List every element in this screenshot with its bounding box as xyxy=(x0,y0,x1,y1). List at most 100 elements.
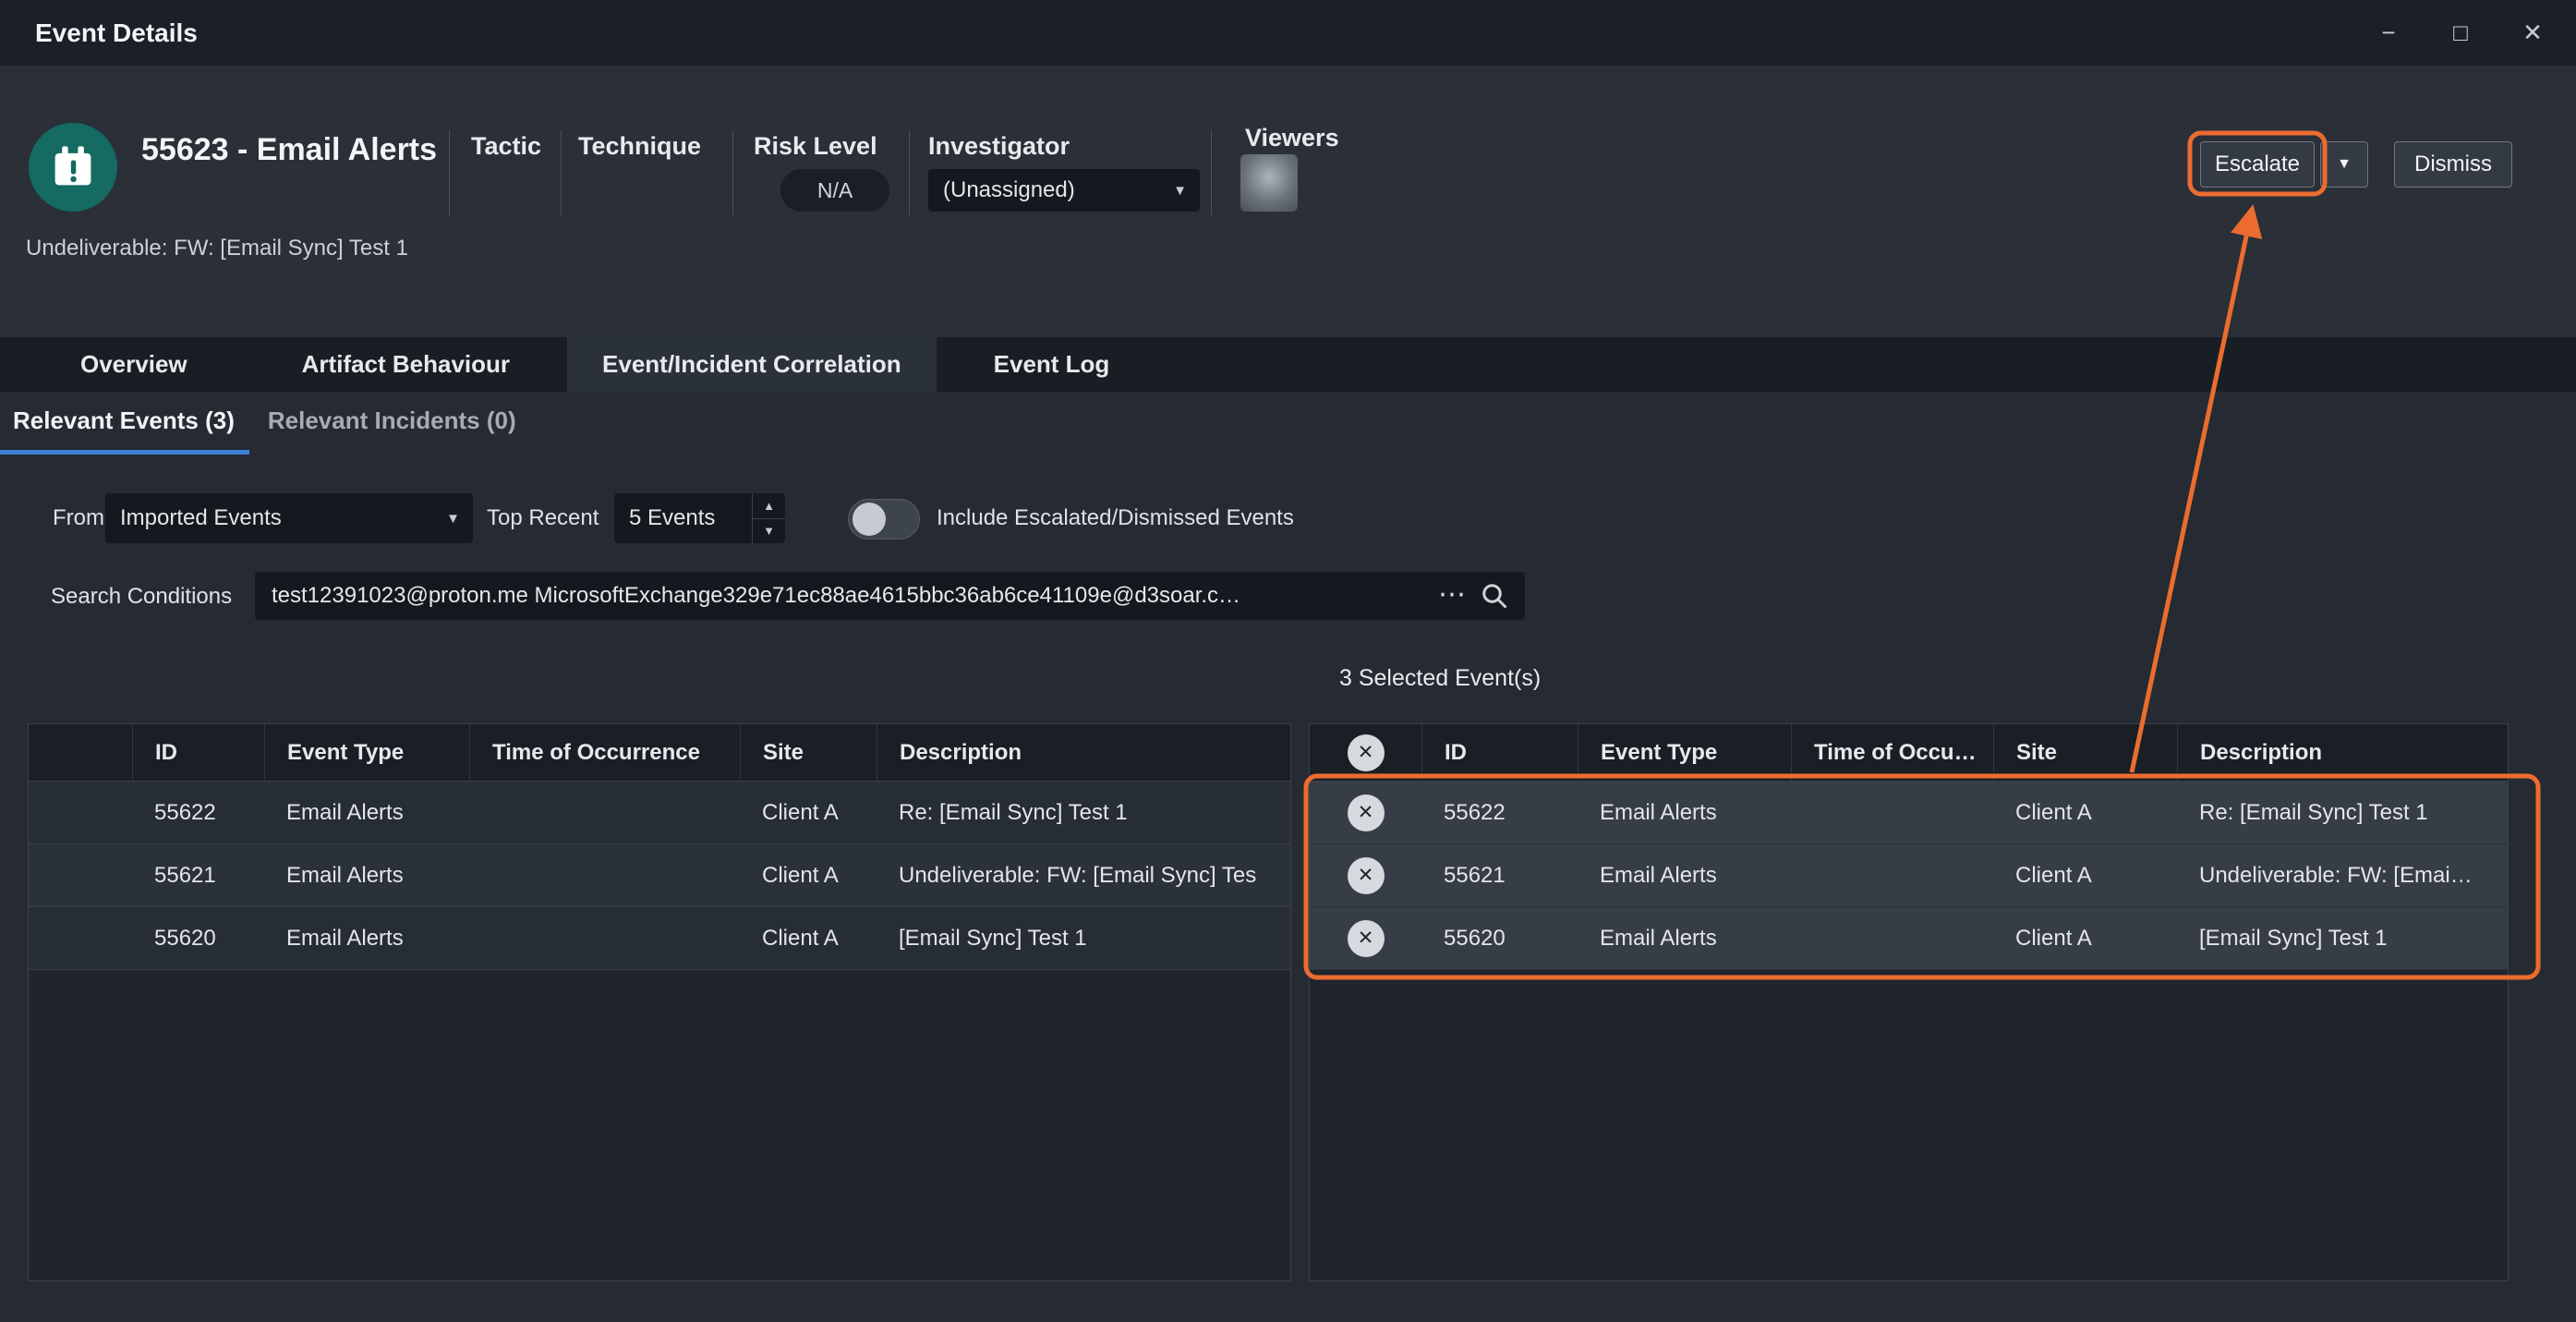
header-site: Site xyxy=(1993,724,2177,781)
cell-site: Client A xyxy=(1993,844,2177,906)
table-row[interactable]: 55622 Email Alerts Client A Re: [Email S… xyxy=(29,782,1290,844)
cell-event-type: Email Alerts xyxy=(264,782,469,843)
include-escalated-label: Include Escalated/Dismissed Events xyxy=(937,505,1294,531)
tab-event-log[interactable]: Event Log xyxy=(937,337,1167,392)
from-label: From xyxy=(53,505,104,531)
cell-id: 55621 xyxy=(132,844,264,906)
relevant-events-table: ID Event Type Time of Occurrence Site De… xyxy=(28,723,1291,1281)
top-recent-label: Top Recent xyxy=(487,505,599,531)
cell-remove: ✕ xyxy=(1310,782,1421,843)
cell-description: Re: [Email Sync] Test 1 xyxy=(877,782,1290,843)
search-conditions-value: test12391023@proton.me MicrosoftExchange… xyxy=(255,572,1525,620)
cell-description: Undeliverable: FW: [Emai… xyxy=(2177,844,2508,906)
header-id: ID xyxy=(132,724,264,781)
search-icon[interactable] xyxy=(1481,582,1508,614)
table-header: ID Event Type Time of Occurrence Site De… xyxy=(29,724,1290,782)
investigator-select[interactable]: (Unassigned) ▼ xyxy=(928,169,1200,212)
investigator-label: Investigator xyxy=(928,132,1070,161)
event-subtitle: Undeliverable: FW: [Email Sync] Test 1 xyxy=(26,236,408,261)
header-remove-column: ✕ xyxy=(1310,724,1421,781)
cell-event-type: Email Alerts xyxy=(1578,907,1791,969)
cell-time xyxy=(1791,844,1993,906)
stepper-up-icon[interactable]: ▲ xyxy=(753,493,785,518)
divider xyxy=(909,130,910,215)
main-tabs: Overview Artifact Behaviour Event/Incide… xyxy=(0,337,2576,392)
close-icon[interactable]: ✕ xyxy=(2517,18,2548,47)
cell-description: [Email Sync] Test 1 xyxy=(877,907,1290,969)
cell-site: Client A xyxy=(740,782,877,843)
dismiss-button[interactable]: Dismiss xyxy=(2394,141,2512,188)
search-conditions-label: Search Conditions xyxy=(51,584,232,610)
cell-id: 55622 xyxy=(1421,782,1578,843)
cell-id: 55621 xyxy=(1421,844,1578,906)
from-select[interactable]: Imported Events ▼ xyxy=(105,493,473,543)
remove-icon[interactable]: ✕ xyxy=(1348,794,1385,831)
header-time: Time of Occurrence xyxy=(469,724,740,781)
cell-site: Client A xyxy=(740,844,877,906)
remove-icon[interactable]: ✕ xyxy=(1348,920,1385,957)
event-title: 55623 - Email Alerts xyxy=(141,132,437,168)
window-controls: − □ ✕ xyxy=(2373,18,2548,47)
subtab-relevant-incidents[interactable]: Relevant Incidents (0) xyxy=(268,392,516,455)
cell-description: Undeliverable: FW: [Email Sync] Tes xyxy=(877,844,1290,906)
calendar-alert-glyph xyxy=(47,141,99,193)
cell-id: 55620 xyxy=(132,907,264,969)
viewer-avatar xyxy=(1240,154,1298,212)
technique-label: Technique xyxy=(578,132,701,161)
cell-remove: ✕ xyxy=(1310,844,1421,906)
search-conditions-input[interactable]: test12391023@proton.me MicrosoftExchange… xyxy=(255,572,1525,620)
include-escalated-toggle[interactable] xyxy=(848,499,920,540)
header-time: Time of Occu… xyxy=(1791,724,1993,781)
table-header: ✕ ID Event Type Time of Occu… Site Descr… xyxy=(1310,724,2508,782)
window-title: Event Details xyxy=(35,18,198,48)
chevron-down-icon: ▼ xyxy=(2337,156,2352,173)
chevron-down-icon: ▼ xyxy=(1173,183,1187,199)
divider xyxy=(449,130,450,215)
investigator-value: (Unassigned) xyxy=(928,177,1075,203)
viewers-label: Viewers xyxy=(1245,124,1339,152)
minimize-icon[interactable]: − xyxy=(2373,18,2404,47)
more-options-button[interactable]: ⋯ xyxy=(1438,572,1466,618)
stepper-down-icon[interactable]: ▼ xyxy=(753,518,785,544)
remove-icon[interactable]: ✕ xyxy=(1348,857,1385,894)
cell-site: Client A xyxy=(1993,782,2177,843)
titlebar: Event Details − □ ✕ xyxy=(0,0,2576,66)
table-row[interactable]: 55620 Email Alerts Client A [Email Sync]… xyxy=(29,907,1290,970)
cell-site: Client A xyxy=(740,907,877,969)
stepper-buttons: ▲ ▼ xyxy=(752,493,785,543)
from-value: Imported Events xyxy=(105,505,282,531)
header-description: Description xyxy=(877,724,1290,781)
cell-time xyxy=(1791,907,1993,969)
header-event-type: Event Type xyxy=(264,724,469,781)
selected-events-table: ✕ ID Event Type Time of Occu… Site Descr… xyxy=(1309,723,2509,1281)
cell-select xyxy=(29,844,132,906)
cell-time xyxy=(469,782,740,843)
cell-time xyxy=(469,907,740,969)
cell-event-type: Email Alerts xyxy=(264,844,469,906)
tab-overview[interactable]: Overview xyxy=(23,337,245,392)
risk-level-label: Risk Level xyxy=(754,132,877,161)
table-row[interactable]: ✕ 55621 Email Alerts Client A Undelivera… xyxy=(1310,844,2508,907)
sub-tabs: Relevant Events (3) Relevant Incidents (… xyxy=(0,392,2576,455)
cell-time xyxy=(469,844,740,906)
divider xyxy=(561,130,562,215)
header-id: ID xyxy=(1421,724,1578,781)
cell-description: [Email Sync] Test 1 xyxy=(2177,907,2508,969)
tab-artifact-behaviour[interactable]: Artifact Behaviour xyxy=(245,337,567,392)
maximize-icon[interactable]: □ xyxy=(2445,18,2476,47)
event-details-window: Event Details − □ ✕ 55623 - Email Alerts… xyxy=(0,0,2576,1322)
escalate-button[interactable]: Escalate xyxy=(2200,141,2315,188)
cell-remove: ✕ xyxy=(1310,907,1421,969)
table-row[interactable]: ✕ 55622 Email Alerts Client A Re: [Email… xyxy=(1310,782,2508,844)
remove-all-icon[interactable]: ✕ xyxy=(1348,734,1385,771)
tactic-label: Tactic xyxy=(471,132,541,161)
divider xyxy=(732,130,733,215)
escalate-menu-button[interactable]: ▼ xyxy=(2320,141,2368,188)
table-row[interactable]: ✕ 55620 Email Alerts Client A [Email Syn… xyxy=(1310,907,2508,970)
top-recent-stepper[interactable]: 5 Events ▲ ▼ xyxy=(614,493,785,543)
selected-events-summary: 3 Selected Event(s) xyxy=(1339,665,1541,692)
tab-event-incident-correlation[interactable]: Event/Incident Correlation xyxy=(567,337,937,392)
table-row[interactable]: 55621 Email Alerts Client A Undeliverabl… xyxy=(29,844,1290,907)
cell-event-type: Email Alerts xyxy=(264,907,469,969)
subtab-relevant-events[interactable]: Relevant Events (3) xyxy=(13,392,235,455)
